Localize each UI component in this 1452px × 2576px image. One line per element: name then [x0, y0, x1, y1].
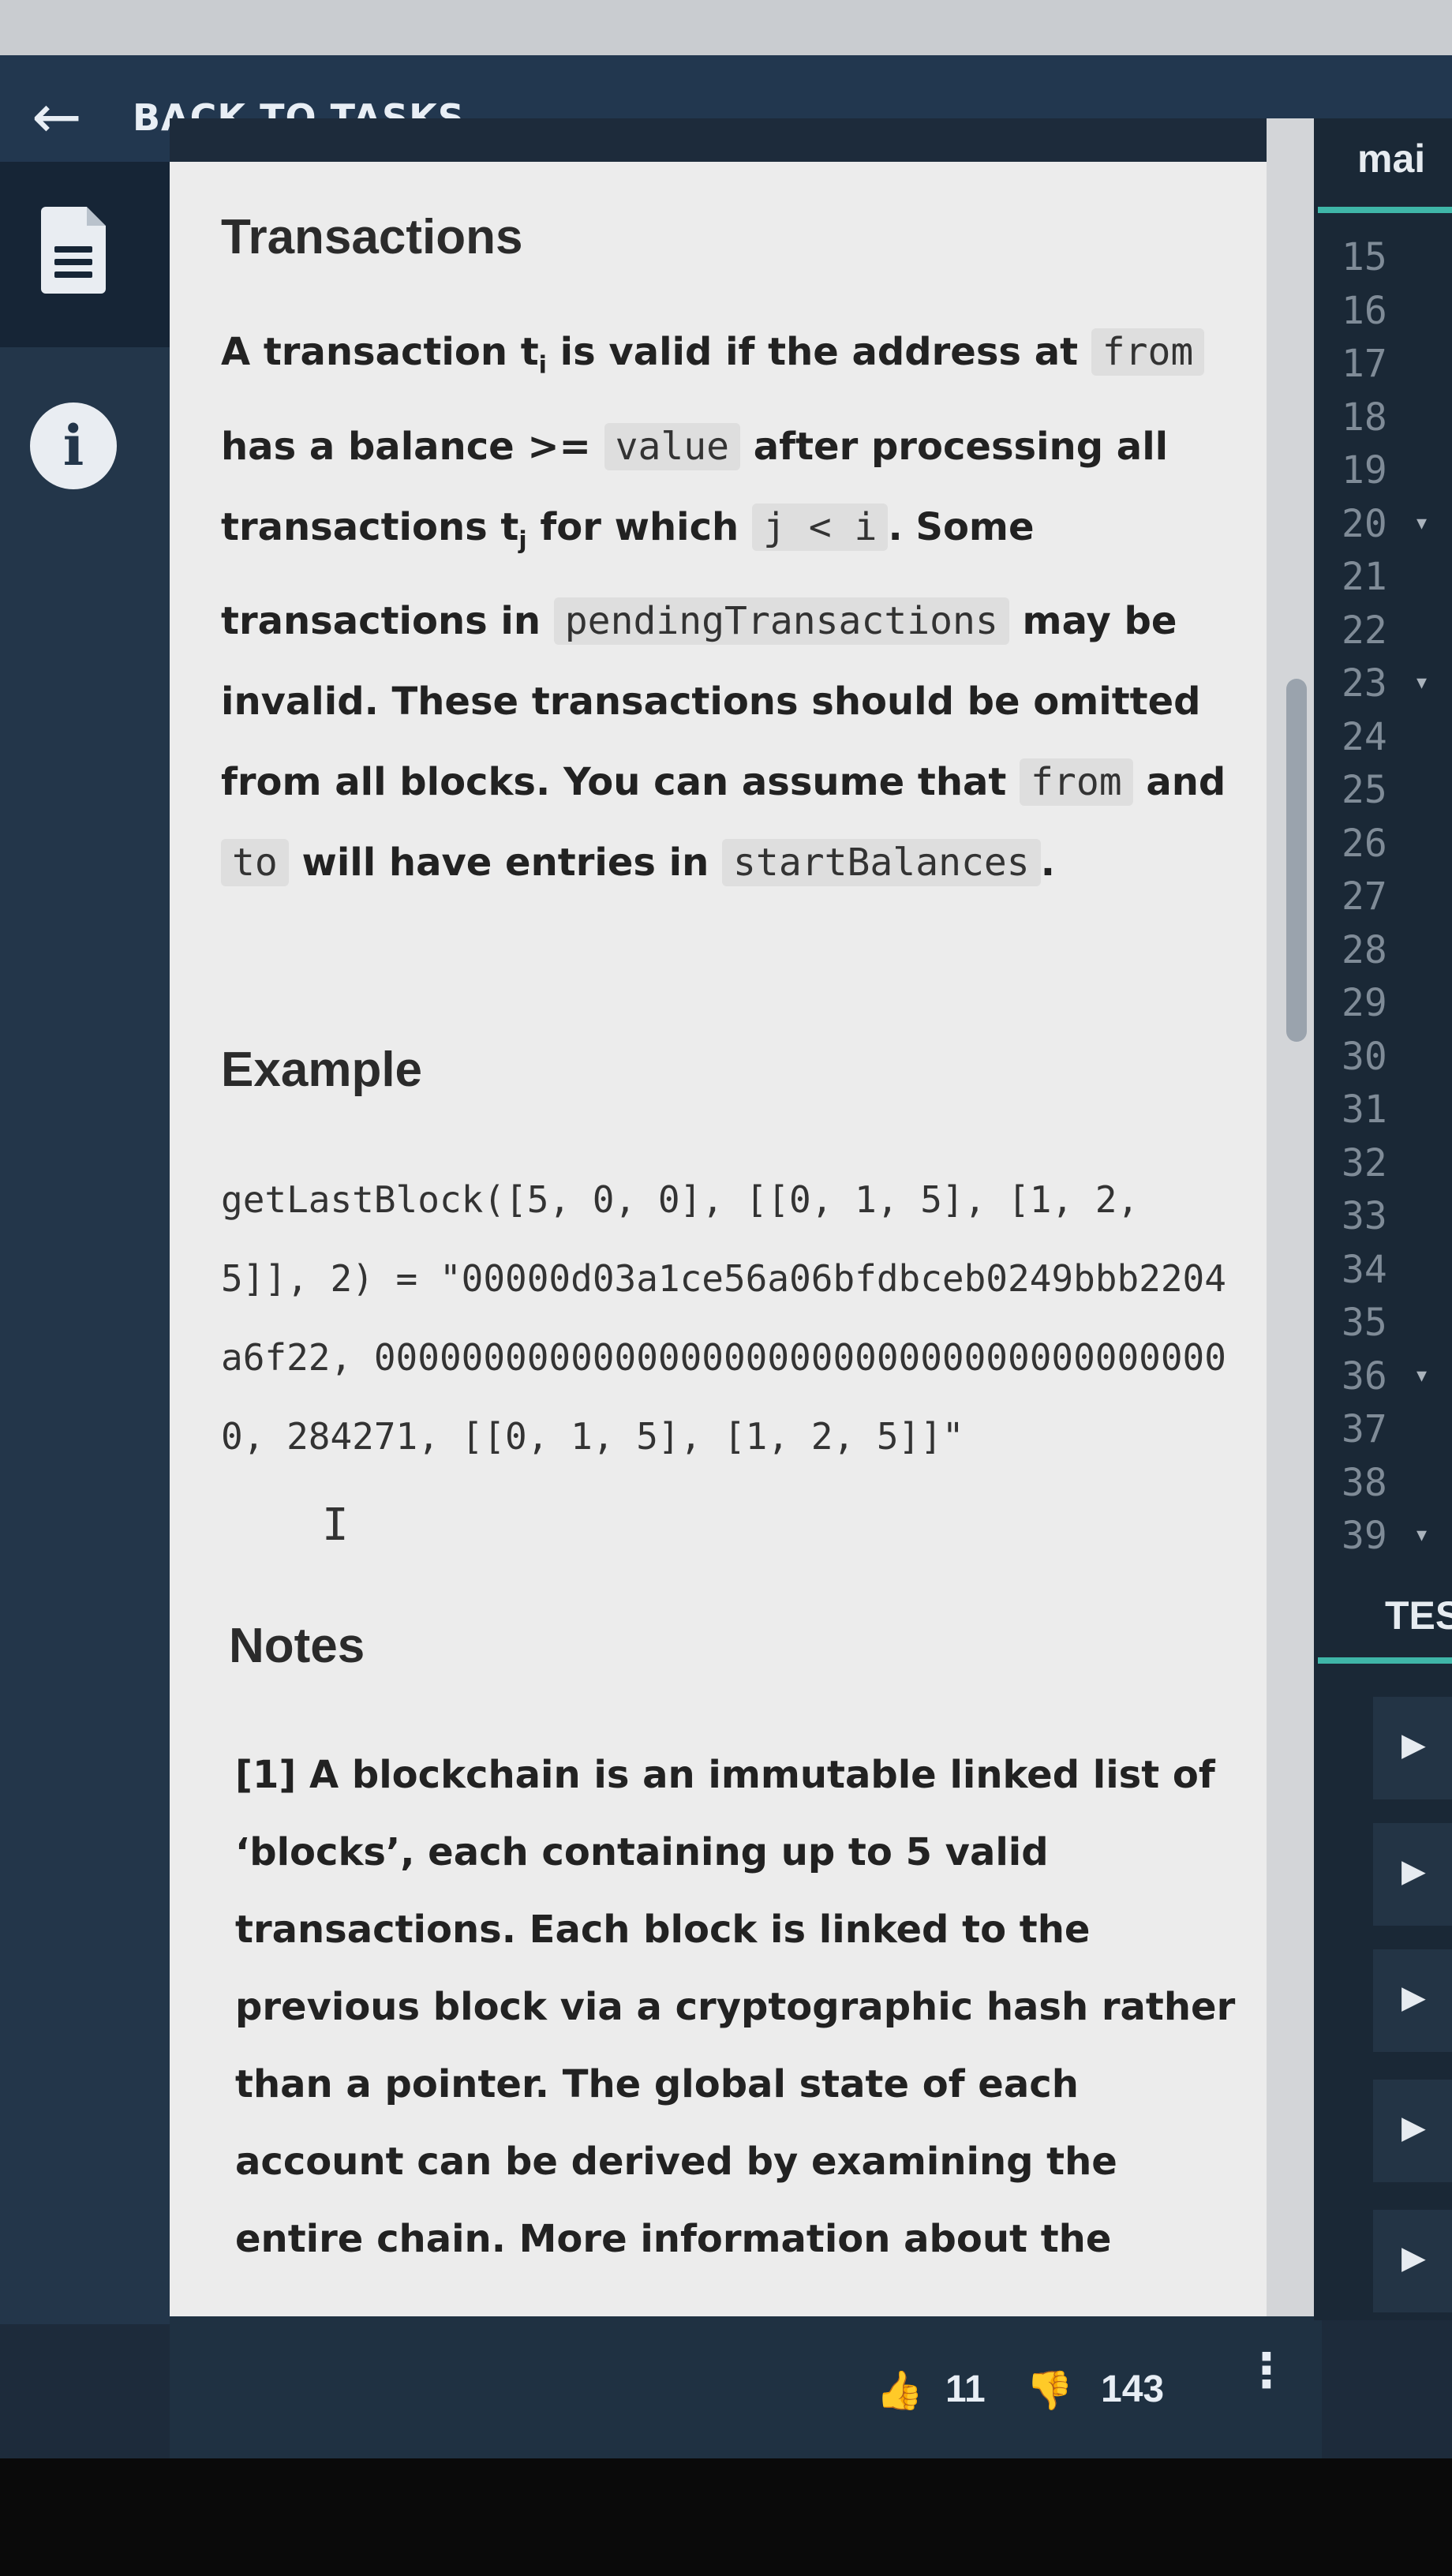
line-number: 29 — [1342, 981, 1387, 1025]
line-number: 24 — [1342, 714, 1387, 759]
line-number: 32 — [1342, 1140, 1387, 1185]
transactions-heading: Transactions — [221, 210, 523, 264]
line-number: 33 — [1342, 1194, 1387, 1238]
fold-toggle-icon[interactable]: ▾ — [1416, 1523, 1427, 1547]
transactions-paragraph: A transaction ti is valid if the address… — [221, 312, 1247, 903]
screen-bezel-bottom — [0, 2458, 1452, 2576]
thumbs-down-icon[interactable]: 👎 — [1026, 2368, 1073, 2413]
document-icon[interactable] — [41, 207, 106, 294]
play-icon[interactable]: ▶ — [1401, 1979, 1426, 2016]
inline-code: from — [1020, 758, 1133, 807]
line-number: 39 — [1342, 1514, 1387, 1558]
text: will have entries in — [288, 841, 723, 886]
fold-toggle-icon[interactable]: ▾ — [1416, 511, 1427, 535]
screen-bezel-top — [0, 0, 1452, 55]
arrow-left-icon[interactable]: ← — [32, 87, 82, 147]
info-icon[interactable]: i — [30, 402, 117, 489]
tab-tests[interactable]: TES — [1385, 1593, 1452, 1638]
line-number: 27 — [1342, 874, 1387, 919]
inline-code: pendingTransactions — [553, 597, 1009, 646]
document-line — [54, 246, 92, 253]
tests-tab-indicator — [1318, 1657, 1452, 1664]
text-bold: t — [520, 330, 539, 374]
inline-code: startBalances — [722, 839, 1041, 887]
line-number: 25 — [1342, 768, 1387, 812]
example-code-block: getLastBlock([5, 0, 0], [[0, 1, 5], [1, … — [221, 1160, 1247, 1476]
line-number: 15 — [1342, 235, 1387, 279]
text: is valid if the address at — [546, 330, 1091, 374]
line-number: 36 — [1342, 1354, 1387, 1398]
line-number: 38 — [1342, 1460, 1387, 1505]
line-number: 30 — [1342, 1034, 1387, 1079]
inline-code: value — [604, 422, 741, 470]
tab-active-indicator — [1318, 207, 1452, 213]
fold-toggle-icon[interactable]: ▾ — [1416, 671, 1427, 695]
notes-heading: Notes — [229, 1619, 365, 1673]
fold-toggle-icon[interactable]: ▾ — [1416, 1364, 1427, 1387]
line-number: 18 — [1342, 395, 1387, 440]
line-number: 19 — [1342, 448, 1387, 492]
line-number: 20 — [1342, 501, 1387, 546]
play-icon[interactable]: ▶ — [1401, 2240, 1426, 2276]
inline-code: j < i — [751, 503, 889, 551]
upvote-count: 11 — [945, 2368, 986, 2410]
line-number: 31 — [1342, 1088, 1387, 1132]
play-icon[interactable]: ▶ — [1401, 1727, 1426, 1763]
text: has a balance >= — [221, 424, 604, 469]
document-line — [54, 271, 92, 278]
thumbs-up-icon[interactable]: 👍 — [876, 2368, 923, 2413]
text-cursor-icon: I — [322, 1500, 349, 1551]
example-heading: Example — [221, 1043, 423, 1097]
subscript: j — [518, 526, 527, 555]
line-number: 17 — [1342, 342, 1387, 386]
note-1: [1] A blockchain is an immutable linked … — [235, 1753, 1236, 2261]
line-number: 28 — [1342, 927, 1387, 972]
line-number: 22 — [1342, 608, 1387, 653]
subscript: i — [538, 351, 547, 380]
tab-main[interactable]: mai — [1357, 136, 1425, 182]
line-number: 23 — [1342, 661, 1387, 706]
more-options-icon[interactable]: ⋮ — [1243, 2347, 1290, 2394]
panel-scroll-track — [1267, 118, 1314, 2320]
text: . — [1040, 841, 1055, 886]
line-number: 16 — [1342, 288, 1387, 333]
line-number: 26 — [1342, 821, 1387, 866]
text-bold: t — [500, 504, 519, 549]
line-number: 34 — [1342, 1247, 1387, 1292]
panel-top-edge — [170, 118, 1267, 162]
play-icon[interactable]: ▶ — [1401, 1853, 1426, 1889]
line-number: 37 — [1342, 1407, 1387, 1451]
downvote-count: 143 — [1101, 2368, 1165, 2410]
inline-code: to — [221, 839, 289, 887]
document-line — [54, 259, 92, 265]
inline-code: from — [1091, 328, 1205, 376]
line-number: 35 — [1342, 1301, 1387, 1345]
text: A transaction — [221, 330, 521, 374]
text: and — [1132, 760, 1226, 805]
line-number: 21 — [1342, 555, 1387, 599]
text: for which — [526, 504, 752, 549]
play-icon[interactable]: ▶ — [1401, 2110, 1426, 2146]
scrollbar-thumb[interactable] — [1286, 679, 1307, 1042]
document-fold — [87, 207, 106, 226]
